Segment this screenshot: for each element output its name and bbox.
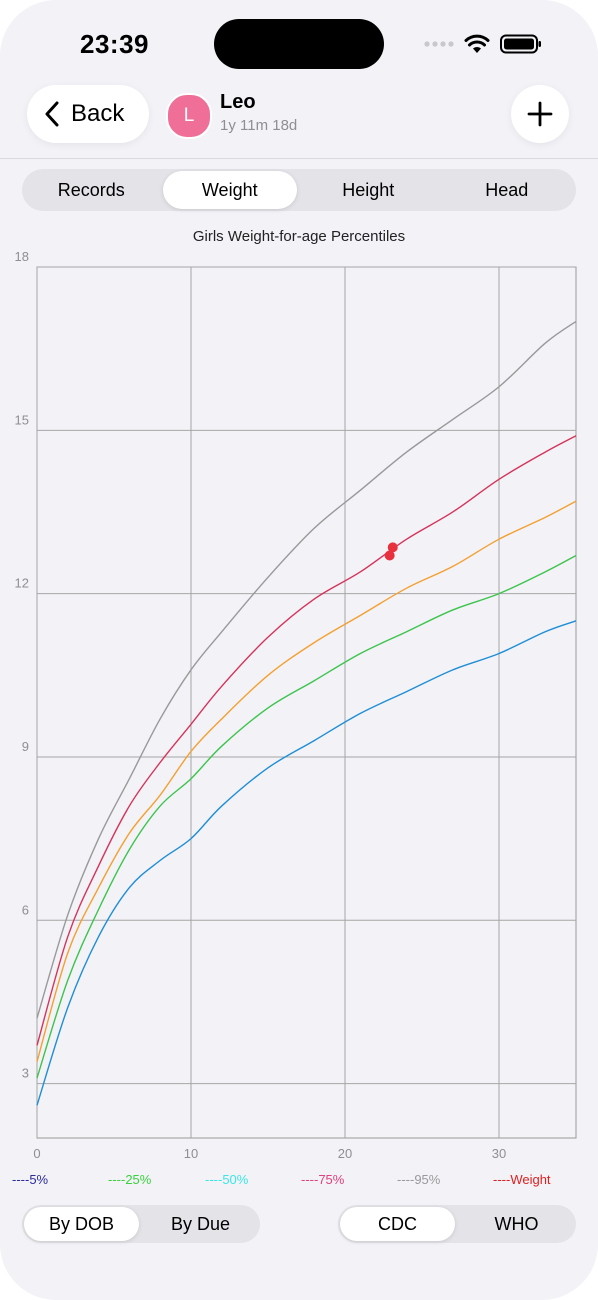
child-name: Leo xyxy=(220,91,256,113)
legend-item: ----25% xyxy=(108,1172,152,1187)
child-age: 1y 11m 18d xyxy=(220,117,298,134)
y-tick-label: 9 xyxy=(22,739,29,754)
chevron-left-icon xyxy=(45,101,59,127)
y-tick-label: 15 xyxy=(15,412,29,427)
y-tick-label: 3 xyxy=(22,1066,29,1081)
option-label: By DOB xyxy=(48,1213,114,1234)
weight-point xyxy=(387,542,398,553)
chart-legend: ----5% ----25% ----50% ----75% ----95% ----We… xyxy=(0,1172,598,1192)
app-screen: 23:39 Back L Leo 1y 11m 18d Records Weig… xyxy=(0,0,598,1300)
chart-grid xyxy=(36,266,577,1139)
chart-title: Girls Weight-for-age Percentiles xyxy=(193,228,405,245)
chart-points xyxy=(384,542,398,561)
legend-item: ----5% xyxy=(12,1172,49,1187)
avatar[interactable]: L xyxy=(166,93,212,139)
legend-item: ----75% xyxy=(301,1172,345,1187)
status-time: 23:39 xyxy=(80,29,149,59)
tab-label: Weight xyxy=(201,179,258,200)
chart-series xyxy=(36,320,577,1106)
by-due-option[interactable]: By Due xyxy=(143,1207,258,1241)
wifi-icon xyxy=(464,34,490,53)
back-button[interactable]: Back xyxy=(27,85,149,143)
percentile-curve xyxy=(36,554,577,1079)
dynamic-island xyxy=(214,19,384,69)
legend-item: ----50% xyxy=(205,1172,249,1187)
tab-label: Head xyxy=(485,179,529,200)
percentile-curve xyxy=(36,620,577,1106)
percentile-curve xyxy=(36,320,577,1019)
signal-icon xyxy=(424,41,454,47)
by-dob-option[interactable]: By DOB xyxy=(24,1207,139,1241)
y-tick-label: 18 xyxy=(15,249,29,264)
who-option[interactable]: WHO xyxy=(459,1207,574,1241)
status-bar: 23:39 xyxy=(0,0,598,84)
segment-tabs: Records Weight Height Head xyxy=(22,169,576,211)
status-icons xyxy=(424,33,542,55)
legend-item: ----95% xyxy=(397,1172,441,1187)
x-tick-label: 30 xyxy=(492,1146,506,1161)
date-basis-toggle: By DOB By Due xyxy=(22,1205,260,1243)
percentile-curve xyxy=(36,500,577,1062)
tab-head[interactable]: Head xyxy=(440,171,575,209)
tab-label: Height xyxy=(342,179,395,200)
plus-icon xyxy=(527,101,553,127)
tab-weight[interactable]: Weight xyxy=(162,171,297,209)
tab-label: Records xyxy=(57,179,125,200)
option-label: WHO xyxy=(494,1213,539,1234)
nav-header: Back L Leo 1y 11m 18d xyxy=(0,84,598,159)
y-tick-label: 6 xyxy=(22,902,29,917)
chart-ticks: 0 10 20 30 3 6 9 12 15 18 xyxy=(15,249,507,1161)
back-label: Back xyxy=(71,100,125,127)
x-tick-label: 20 xyxy=(338,1146,352,1161)
y-tick-label: 12 xyxy=(15,576,29,591)
percentile-curve xyxy=(36,435,577,1046)
chart-svg: Girls Weight-for-age Percentiles 0 10 20 30… xyxy=(15,228,577,1161)
plot-frame xyxy=(36,266,577,1139)
cdc-option[interactable]: CDC xyxy=(340,1207,455,1241)
growth-chart[interactable]: Girls Weight-for-age Percentiles 0 10 20 30… xyxy=(0,220,598,1200)
standard-toggle: CDC WHO xyxy=(338,1205,576,1243)
tab-height[interactable]: Height xyxy=(301,171,436,209)
option-label: By Due xyxy=(170,1213,231,1234)
add-button[interactable] xyxy=(511,85,569,143)
battery-icon xyxy=(500,34,541,54)
option-label: CDC xyxy=(378,1213,417,1234)
legend-item: ----Weight xyxy=(493,1172,551,1187)
tab-records[interactable]: Records xyxy=(24,171,159,209)
x-tick-label: 0 xyxy=(33,1146,40,1161)
x-tick-label: 10 xyxy=(184,1146,198,1161)
